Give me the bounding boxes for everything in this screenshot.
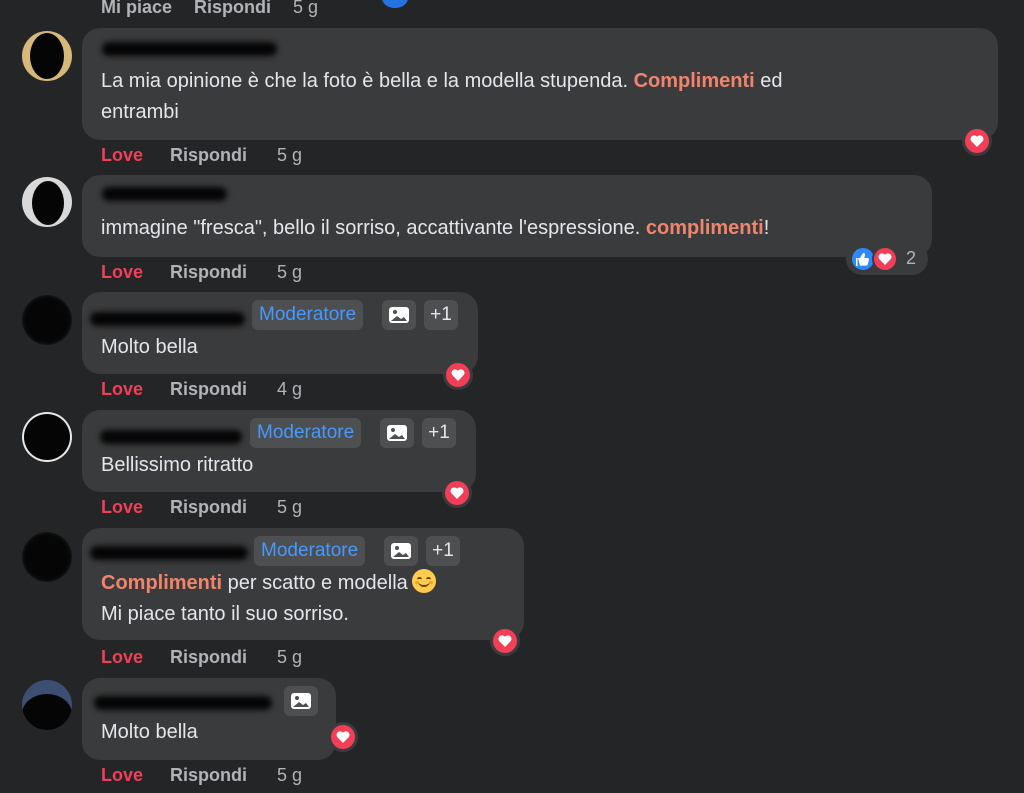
heart-icon bbox=[331, 725, 355, 749]
avatar[interactable] bbox=[22, 177, 72, 227]
comment-time[interactable]: 5 g bbox=[293, 0, 318, 18]
comment-time[interactable]: 5 g bbox=[277, 145, 302, 166]
plus-one-badge[interactable]: +1 bbox=[426, 536, 460, 566]
comment-time[interactable]: 5 g bbox=[277, 647, 302, 668]
reaction-count: 2 bbox=[906, 248, 917, 268]
comment-actions: Love Rispondi 5 g bbox=[101, 647, 302, 668]
comment-actions: Love Rispondi 4 g bbox=[101, 379, 302, 400]
reply-link[interactable]: Rispondi bbox=[170, 262, 277, 283]
reaction-summary[interactable] bbox=[443, 360, 473, 390]
heart-icon bbox=[493, 629, 517, 653]
love-link[interactable]: Love bbox=[101, 379, 170, 400]
avatar[interactable] bbox=[22, 680, 72, 730]
reaction-icon bbox=[382, 0, 408, 8]
reply-link[interactable]: Rispondi bbox=[170, 379, 277, 400]
comment-text: Bellissimo ritratto bbox=[101, 454, 254, 476]
image-frame-icon[interactable] bbox=[382, 300, 416, 330]
comment-actions: Love Rispondi 5 g bbox=[101, 497, 302, 518]
plus-one-badge[interactable]: +1 bbox=[422, 418, 456, 448]
love-link[interactable]: Love bbox=[101, 145, 170, 166]
comment-bubble: Molto bella bbox=[82, 678, 336, 760]
comment-text: Molto bella bbox=[101, 721, 198, 743]
smiling-face-icon bbox=[411, 569, 436, 593]
comment-actions: Love Rispondi 5 g bbox=[101, 765, 302, 786]
avatar[interactable] bbox=[22, 295, 72, 345]
author-name-redacted[interactable] bbox=[102, 42, 277, 56]
comment-actions: Love Rispondi 5 g bbox=[101, 145, 302, 166]
image-frame-icon[interactable] bbox=[384, 536, 418, 566]
comment-text: Complimenti per scatto e modella Mi piac… bbox=[101, 568, 436, 630]
love-link[interactable]: Love bbox=[101, 497, 170, 518]
heart-icon bbox=[872, 246, 898, 272]
heart-icon bbox=[445, 481, 469, 505]
plus-one-badge[interactable]: +1 bbox=[424, 300, 458, 330]
comment-time[interactable]: 5 g bbox=[277, 262, 302, 283]
image-frame-icon[interactable] bbox=[284, 686, 318, 716]
author-name-redacted[interactable] bbox=[90, 312, 245, 326]
reply-link[interactable]: Rispondi bbox=[170, 765, 277, 786]
reaction-summary[interactable] bbox=[328, 722, 358, 752]
love-link[interactable]: Love bbox=[101, 262, 170, 283]
reply-link[interactable]: Rispondi bbox=[170, 145, 277, 166]
author-name-redacted[interactable] bbox=[102, 187, 227, 201]
moderator-badge[interactable]: Moderatore bbox=[250, 418, 362, 448]
heart-icon bbox=[965, 129, 989, 153]
reaction-summary[interactable] bbox=[490, 626, 520, 656]
avatar[interactable] bbox=[22, 412, 72, 462]
comment-bubble: Moderatore +1 Complimenti per scatto e m… bbox=[82, 528, 524, 640]
comment-bubble: immagine "fresca", bello il sorriso, acc… bbox=[82, 175, 932, 257]
author-name-redacted[interactable] bbox=[94, 696, 272, 710]
moderator-badge[interactable]: Moderatore bbox=[252, 300, 364, 330]
heart-icon bbox=[446, 363, 470, 387]
moderator-badge[interactable]: Moderatore bbox=[254, 536, 366, 566]
comment-bubble: La mia opinione è che la foto è bella e … bbox=[82, 28, 998, 140]
comment-text: La mia opinione è che la foto è bella e … bbox=[101, 70, 783, 123]
reaction-summary[interactable] bbox=[962, 126, 992, 156]
like-link[interactable]: Mi piace bbox=[101, 0, 172, 18]
avatar[interactable] bbox=[22, 532, 72, 582]
author-name-redacted[interactable] bbox=[100, 430, 242, 444]
love-link[interactable]: Love bbox=[101, 647, 170, 668]
comment-text: Molto bella bbox=[101, 336, 198, 358]
comment-time[interactable]: 5 g bbox=[277, 765, 302, 786]
reply-link[interactable]: Rispondi bbox=[194, 0, 271, 18]
comment-time[interactable]: 4 g bbox=[277, 379, 302, 400]
comment-text: immagine "fresca", bello il sorriso, acc… bbox=[101, 217, 770, 239]
image-frame-icon[interactable] bbox=[380, 418, 414, 448]
comment-time[interactable]: 5 g bbox=[277, 497, 302, 518]
reaction-summary[interactable] bbox=[442, 478, 472, 508]
love-link[interactable]: Love bbox=[101, 765, 170, 786]
comment-actions: Love Rispondi 5 g bbox=[101, 262, 302, 283]
top-comment-actions: Mi piace Rispondi 5 g bbox=[101, 0, 318, 18]
reply-link[interactable]: Rispondi bbox=[170, 497, 277, 518]
author-name-redacted[interactable] bbox=[90, 546, 248, 560]
comment-bubble: Moderatore +1 Molto bella bbox=[82, 292, 478, 374]
reaction-summary[interactable]: 2 bbox=[846, 243, 928, 275]
reply-link[interactable]: Rispondi bbox=[170, 647, 277, 668]
comment-bubble: Moderatore +1 Bellissimo ritratto bbox=[82, 410, 476, 492]
avatar[interactable] bbox=[22, 31, 72, 81]
